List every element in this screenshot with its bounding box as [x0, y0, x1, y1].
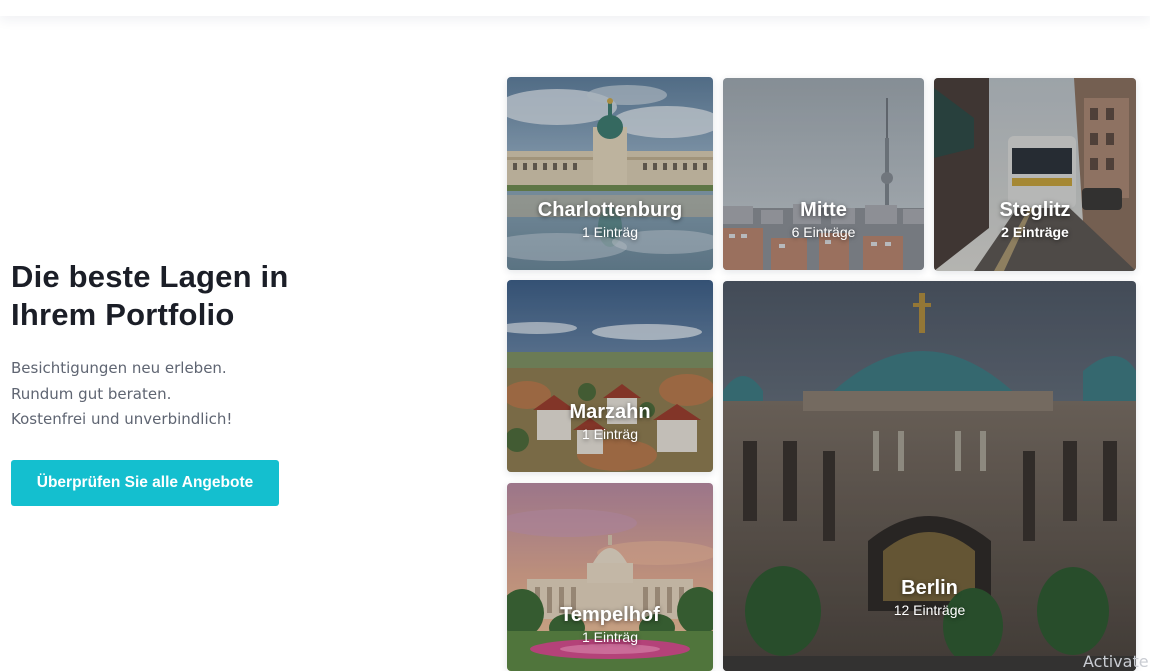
page-title: Die beste Lagen in Ihrem Portfolio	[11, 259, 289, 332]
view-all-offers-button[interactable]: Überprüfen Sie alle Angebote	[11, 460, 279, 506]
location-label: Marzahn 1 Einträg	[507, 400, 713, 443]
location-label: Berlin 12 Einträge	[723, 576, 1136, 619]
subtitle-line: Besichtigungen neu erleben.	[11, 359, 227, 377]
location-label: Steglitz 2 Einträge	[934, 198, 1136, 241]
location-label: Mitte 6 Einträge	[723, 198, 924, 241]
location-card-tempelhof[interactable]: Tempelhof 1 Einträg	[507, 483, 713, 671]
hero-text: Die beste Lagen in Ihrem Portfolio Besic…	[11, 258, 411, 433]
location-count: 6 Einträge	[791, 224, 856, 240]
hero-subtitle: Besichtigungen neu erleben. Rundum gut b…	[11, 356, 411, 433]
location-count: 2 Einträge	[1001, 224, 1069, 240]
location-card-berlin[interactable]: Berlin 12 Einträge	[723, 281, 1136, 671]
location-name: Mitte	[800, 199, 847, 221]
location-count: 12 Einträge	[893, 602, 966, 618]
location-label: Charlottenburg 1 Einträg	[507, 198, 713, 241]
location-name: Tempelhof	[560, 604, 660, 626]
location-card-mitte[interactable]: Mitte 6 Einträge	[723, 78, 924, 270]
top-navigation-bar	[0, 0, 1150, 16]
location-label: Tempelhof 1 Einträg	[507, 603, 713, 646]
location-name: Berlin	[901, 577, 958, 599]
subtitle-line: Rundum gut beraten.	[11, 384, 172, 403]
location-name: Marzahn	[569, 401, 651, 423]
activation-watermark: Activate	[1083, 652, 1149, 671]
location-card-steglitz[interactable]: Steglitz 2 Einträge	[934, 78, 1136, 271]
location-count: 1 Einträg	[581, 629, 639, 645]
location-name: Charlottenburg	[537, 199, 683, 221]
location-count: 1 Einträg	[581, 224, 639, 240]
location-name: Steglitz	[999, 199, 1071, 221]
subtitle-line: Kostenfrei und unverbindlich!	[11, 410, 233, 428]
location-card-marzahn[interactable]: Marzahn 1 Einträg	[507, 280, 713, 472]
location-card-charlottenburg[interactable]: Charlottenburg 1 Einträg	[507, 77, 713, 270]
location-count: 1 Einträg	[581, 426, 639, 442]
